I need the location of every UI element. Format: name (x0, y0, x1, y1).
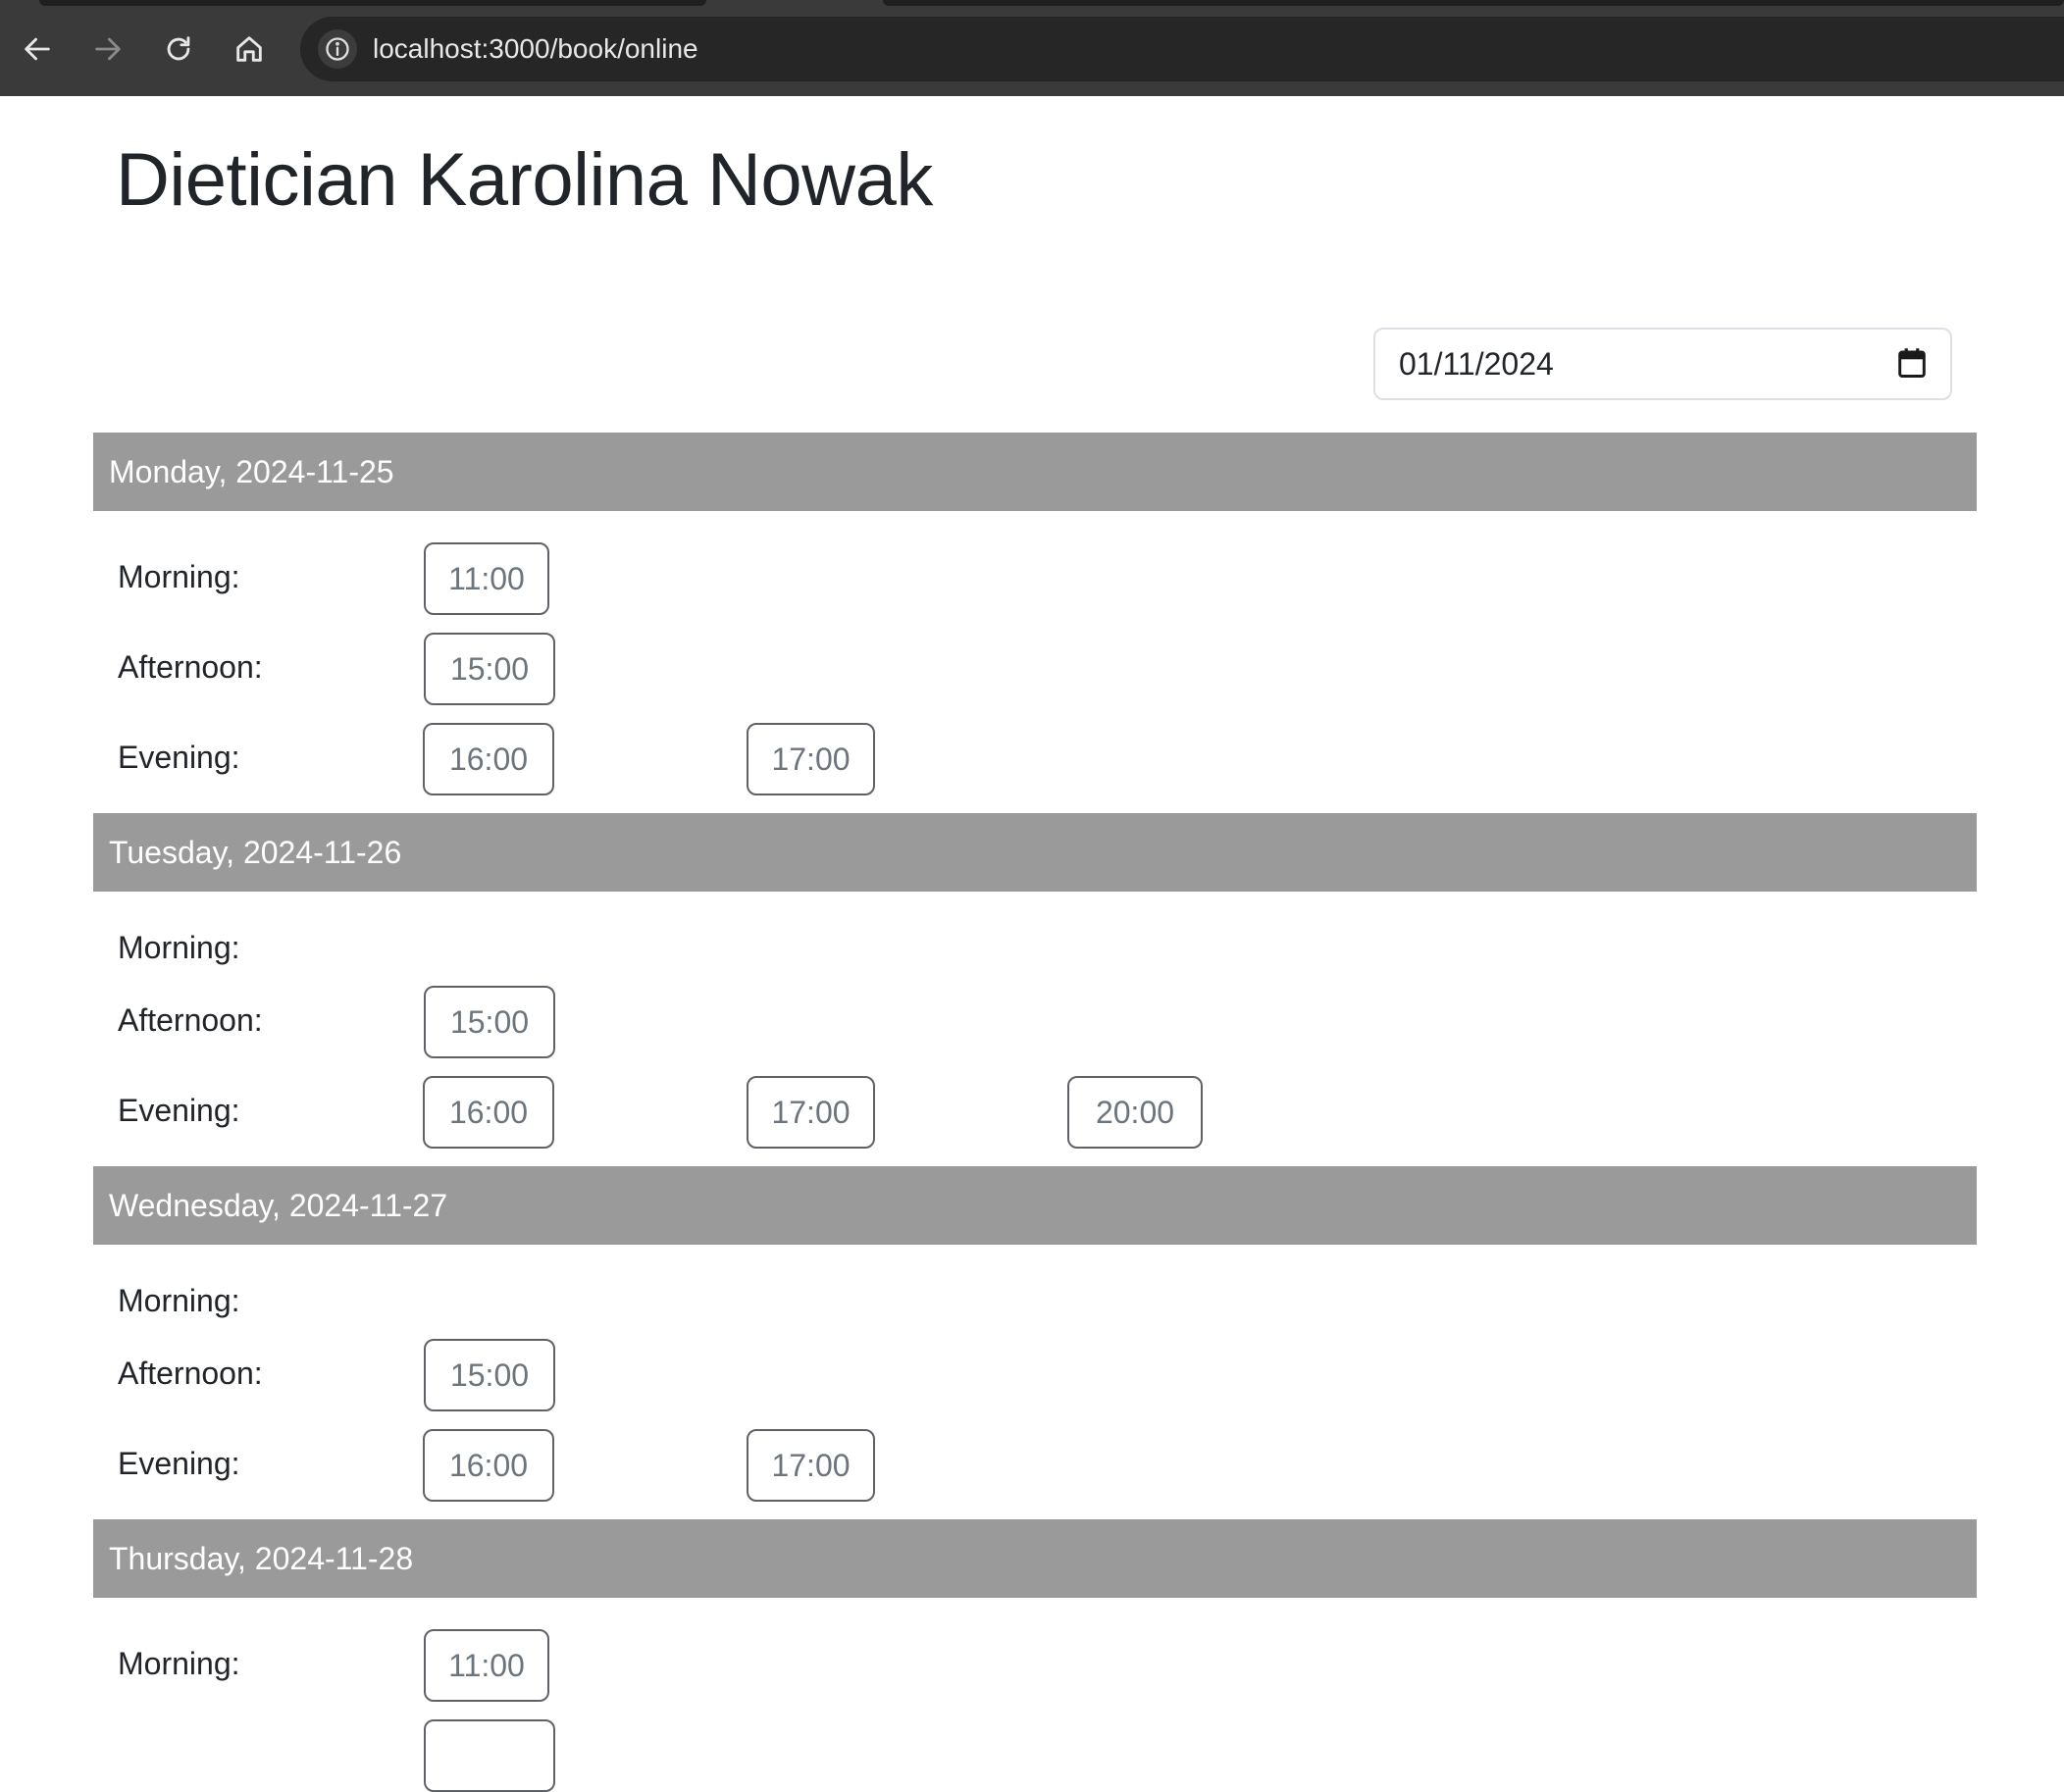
time-slot-button[interactable]: 11:00 (424, 542, 549, 615)
time-slot-button-partial[interactable] (424, 1719, 555, 1792)
day-header-label: Monday, 2024-11-25 (109, 454, 394, 489)
time-slot-button[interactable]: 15:00 (424, 633, 555, 705)
time-slot-button[interactable]: 17:00 (747, 1076, 875, 1149)
time-slot-button[interactable]: 16:00 (423, 723, 554, 795)
date-picker-input[interactable]: 01/11/2024 (1373, 328, 1952, 400)
period-label-morning: Morning: (118, 930, 240, 965)
period-label-morning: Morning: (118, 559, 240, 594)
browser-toolbar: localhost:3000/book/online (0, 0, 2064, 96)
time-slot-button[interactable]: 17:00 (747, 1429, 875, 1502)
tab-edge (883, 0, 2064, 6)
reload-icon (167, 36, 190, 61)
time-slot-button[interactable]: 11:00 (424, 1629, 549, 1702)
day-header: Thursday, 2024-11-28 (93, 1519, 1977, 1598)
period-label-evening: Evening: (118, 1446, 240, 1481)
time-slot-button[interactable]: 15:00 (424, 986, 555, 1058)
date-input-value: 01/11/2024 (1399, 346, 1554, 382)
period-label-evening: Evening: (118, 1093, 240, 1128)
calendar-icon[interactable] (1897, 347, 1927, 379)
time-slot-button[interactable]: 16:00 (423, 1429, 554, 1502)
period-label-afternoon: Afternoon: (118, 1356, 263, 1391)
day-header: Monday, 2024-11-25 (93, 433, 1977, 511)
period-label-afternoon: Afternoon: (118, 1002, 263, 1038)
url-text: localhost:3000/book/online (373, 33, 698, 64)
period-label-morning: Morning: (118, 1283, 240, 1318)
tab-edge (39, 0, 706, 6)
arrow-left-icon (25, 37, 50, 61)
home-button[interactable] (214, 14, 284, 84)
period-label-morning: Morning: (118, 1646, 240, 1681)
arrow-right-icon (95, 37, 121, 61)
day-header: Tuesday, 2024-11-26 (93, 813, 1977, 892)
day-header-label: Tuesday, 2024-11-26 (109, 835, 402, 870)
forward-button[interactable] (73, 14, 143, 84)
page-title: Dietician Karolina Nowak (116, 138, 933, 222)
time-slot-button[interactable]: 17:00 (747, 723, 875, 795)
reload-button[interactable] (143, 14, 214, 84)
page-content: Dietician Karolina Nowak 01/11/2024 Mond… (0, 96, 2064, 1792)
period-label-evening: Evening: (118, 740, 240, 775)
time-slot-button[interactable]: 20:00 (1067, 1076, 1203, 1149)
period-label-afternoon: Afternoon: (118, 649, 263, 685)
site-info-icon[interactable] (318, 29, 357, 69)
time-slot-button[interactable]: 15:00 (424, 1339, 555, 1411)
day-header-label: Thursday, 2024-11-28 (109, 1541, 414, 1576)
home-icon (236, 36, 262, 62)
day-header: Wednesday, 2024-11-27 (93, 1166, 1977, 1245)
back-button[interactable] (2, 14, 73, 84)
address-bar[interactable]: localhost:3000/book/online (300, 17, 2064, 81)
time-slot-button[interactable]: 16:00 (423, 1076, 554, 1149)
day-header-label: Wednesday, 2024-11-27 (109, 1188, 448, 1223)
